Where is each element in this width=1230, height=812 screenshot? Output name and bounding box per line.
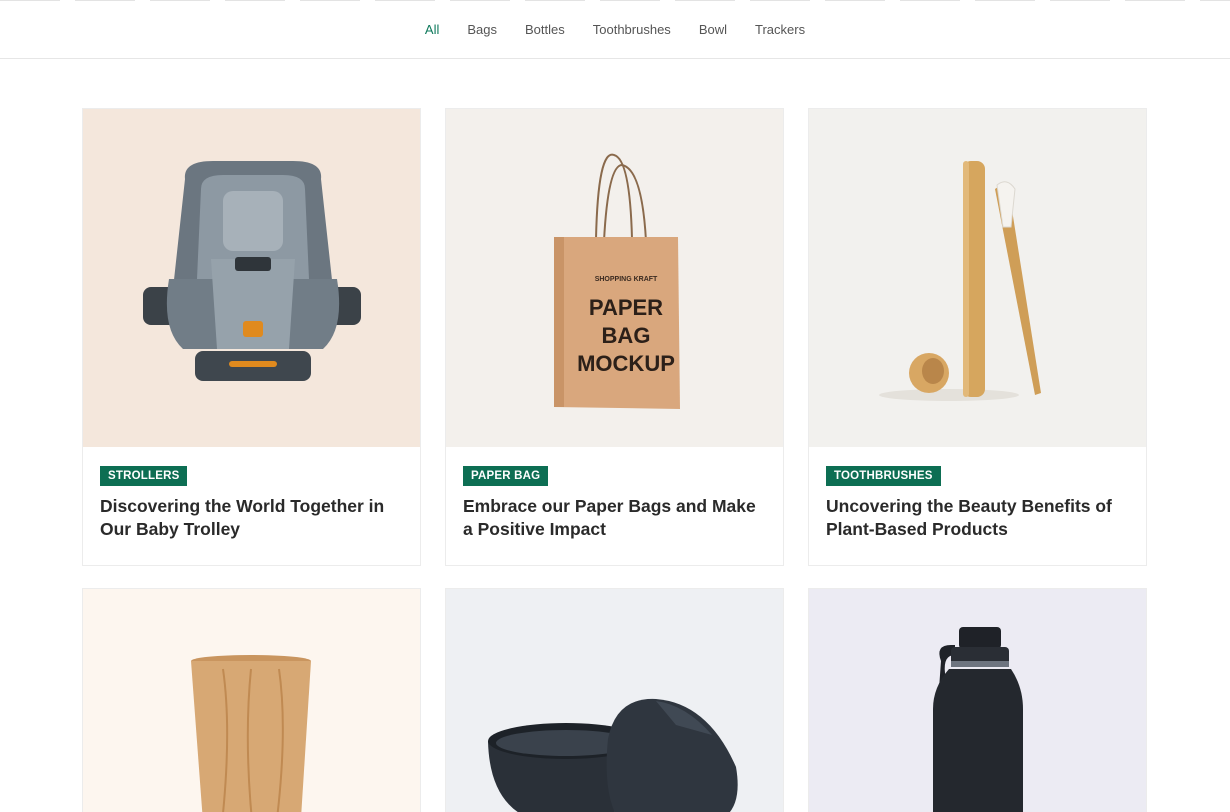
post-thumbnail[interactable]: SHOPPING KRAFT PAPER BAG MOCKUP [446,109,783,447]
post-card[interactable] [808,588,1147,812]
post-title[interactable]: Embrace our Paper Bags and Make a Positi… [463,495,766,541]
post-card[interactable]: STROLLERS Discovering the World Together… [82,108,421,566]
water-bottle-image [933,627,1023,812]
post-card[interactable] [82,588,421,812]
post-thumbnail[interactable] [446,589,783,812]
category-filter-bar: All Bags Bottles Toothbrushes Bowl Track… [0,0,1230,59]
bamboo-toothbrush-image [879,161,1041,401]
car-seat-image [143,161,361,381]
bag-line3-text: MOCKUP [577,351,675,376]
post-thumbnail[interactable] [83,589,420,812]
post-card[interactable] [445,588,784,812]
filter-tab-bags[interactable]: Bags [467,21,497,38]
post-card[interactable]: TOOTHBRUSHES Uncovering the Beauty Benef… [808,108,1147,566]
category-badge[interactable]: PAPER BAG [463,466,549,486]
black-bowls-image [488,698,738,812]
filter-tab-trackers[interactable]: Trackers [755,21,805,38]
bag-line1-text: PAPER [589,295,663,320]
filter-tab-bowl[interactable]: Bowl [699,21,727,38]
paper-bag-image: SHOPPING KRAFT PAPER BAG MOCKUP [554,153,680,409]
filter-tabs: All Bags Bottles Toothbrushes Bowl Track… [0,21,1230,38]
wooden-cup-image [191,655,311,812]
category-badge[interactable]: STROLLERS [100,466,188,486]
category-badge[interactable]: TOOTHBRUSHES [826,466,941,486]
post-thumbnail[interactable] [83,109,420,447]
filter-tab-bottles[interactable]: Bottles [525,21,565,38]
post-card[interactable]: SHOPPING KRAFT PAPER BAG MOCKUP PAPER BA… [445,108,784,566]
post-title[interactable]: Discovering the World Together in Our Ba… [100,495,403,541]
post-title[interactable]: Uncovering the Beauty Benefits of Plant-… [826,495,1129,541]
filter-tab-toothbrushes[interactable]: Toothbrushes [593,21,671,38]
bag-brand-text: SHOPPING KRAFT [595,276,658,283]
post-thumbnail[interactable] [809,109,1146,447]
bag-line2-text: BAG [602,323,651,348]
top-divider [0,0,1230,1]
filter-tab-all[interactable]: All [425,21,439,38]
post-thumbnail[interactable] [809,589,1146,812]
